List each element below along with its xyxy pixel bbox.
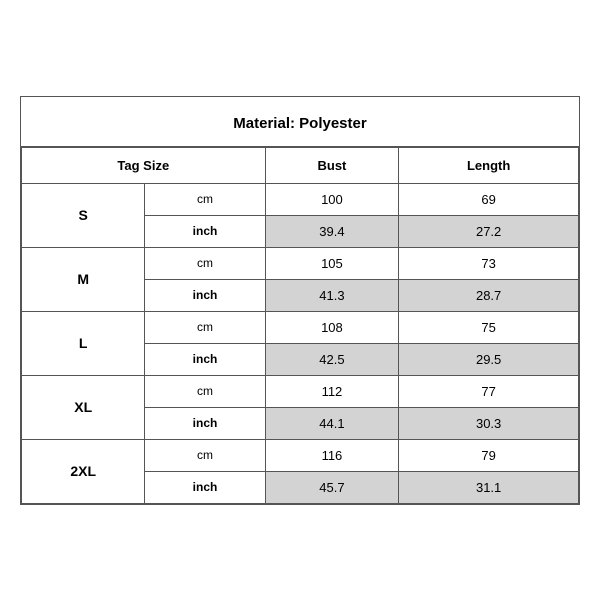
length-inch: 27.2 bbox=[399, 215, 579, 247]
header-length: Length bbox=[399, 147, 579, 183]
tag-size-cell: L bbox=[22, 311, 145, 375]
unit-inch: inch bbox=[145, 471, 265, 503]
tag-size-cell: 2XL bbox=[22, 439, 145, 503]
size-chart-container: Material: Polyester Tag Size Bust Length… bbox=[20, 96, 580, 505]
unit-cm: cm bbox=[145, 439, 265, 471]
tag-size-cell: M bbox=[22, 247, 145, 311]
bust-inch: 45.7 bbox=[265, 471, 399, 503]
chart-title: Material: Polyester bbox=[21, 97, 579, 147]
bust-inch: 41.3 bbox=[265, 279, 399, 311]
unit-cm: cm bbox=[145, 183, 265, 215]
bust-cm: 108 bbox=[265, 311, 399, 343]
unit-inch: inch bbox=[145, 279, 265, 311]
table-row: 2XLcm11679 bbox=[22, 439, 579, 471]
size-table: Tag Size Bust Length Scm10069inch39.427.… bbox=[21, 147, 579, 504]
length-cm: 79 bbox=[399, 439, 579, 471]
length-cm: 69 bbox=[399, 183, 579, 215]
bust-inch: 44.1 bbox=[265, 407, 399, 439]
unit-cm: cm bbox=[145, 247, 265, 279]
unit-cm: cm bbox=[145, 375, 265, 407]
bust-cm: 112 bbox=[265, 375, 399, 407]
unit-inch: inch bbox=[145, 215, 265, 247]
unit-inch: inch bbox=[145, 343, 265, 375]
bust-cm: 105 bbox=[265, 247, 399, 279]
length-inch: 31.1 bbox=[399, 471, 579, 503]
length-inch: 30.3 bbox=[399, 407, 579, 439]
length-cm: 73 bbox=[399, 247, 579, 279]
header-bust: Bust bbox=[265, 147, 399, 183]
table-row: Mcm10573 bbox=[22, 247, 579, 279]
table-row: Lcm10875 bbox=[22, 311, 579, 343]
length-cm: 77 bbox=[399, 375, 579, 407]
length-inch: 28.7 bbox=[399, 279, 579, 311]
bust-cm: 100 bbox=[265, 183, 399, 215]
bust-cm: 116 bbox=[265, 439, 399, 471]
tag-size-cell: S bbox=[22, 183, 145, 247]
length-cm: 75 bbox=[399, 311, 579, 343]
table-row: Scm10069 bbox=[22, 183, 579, 215]
bust-inch: 39.4 bbox=[265, 215, 399, 247]
length-inch: 29.5 bbox=[399, 343, 579, 375]
bust-inch: 42.5 bbox=[265, 343, 399, 375]
table-row: XLcm11277 bbox=[22, 375, 579, 407]
tag-size-cell: XL bbox=[22, 375, 145, 439]
header-tag-size: Tag Size bbox=[22, 147, 266, 183]
unit-inch: inch bbox=[145, 407, 265, 439]
unit-cm: cm bbox=[145, 311, 265, 343]
